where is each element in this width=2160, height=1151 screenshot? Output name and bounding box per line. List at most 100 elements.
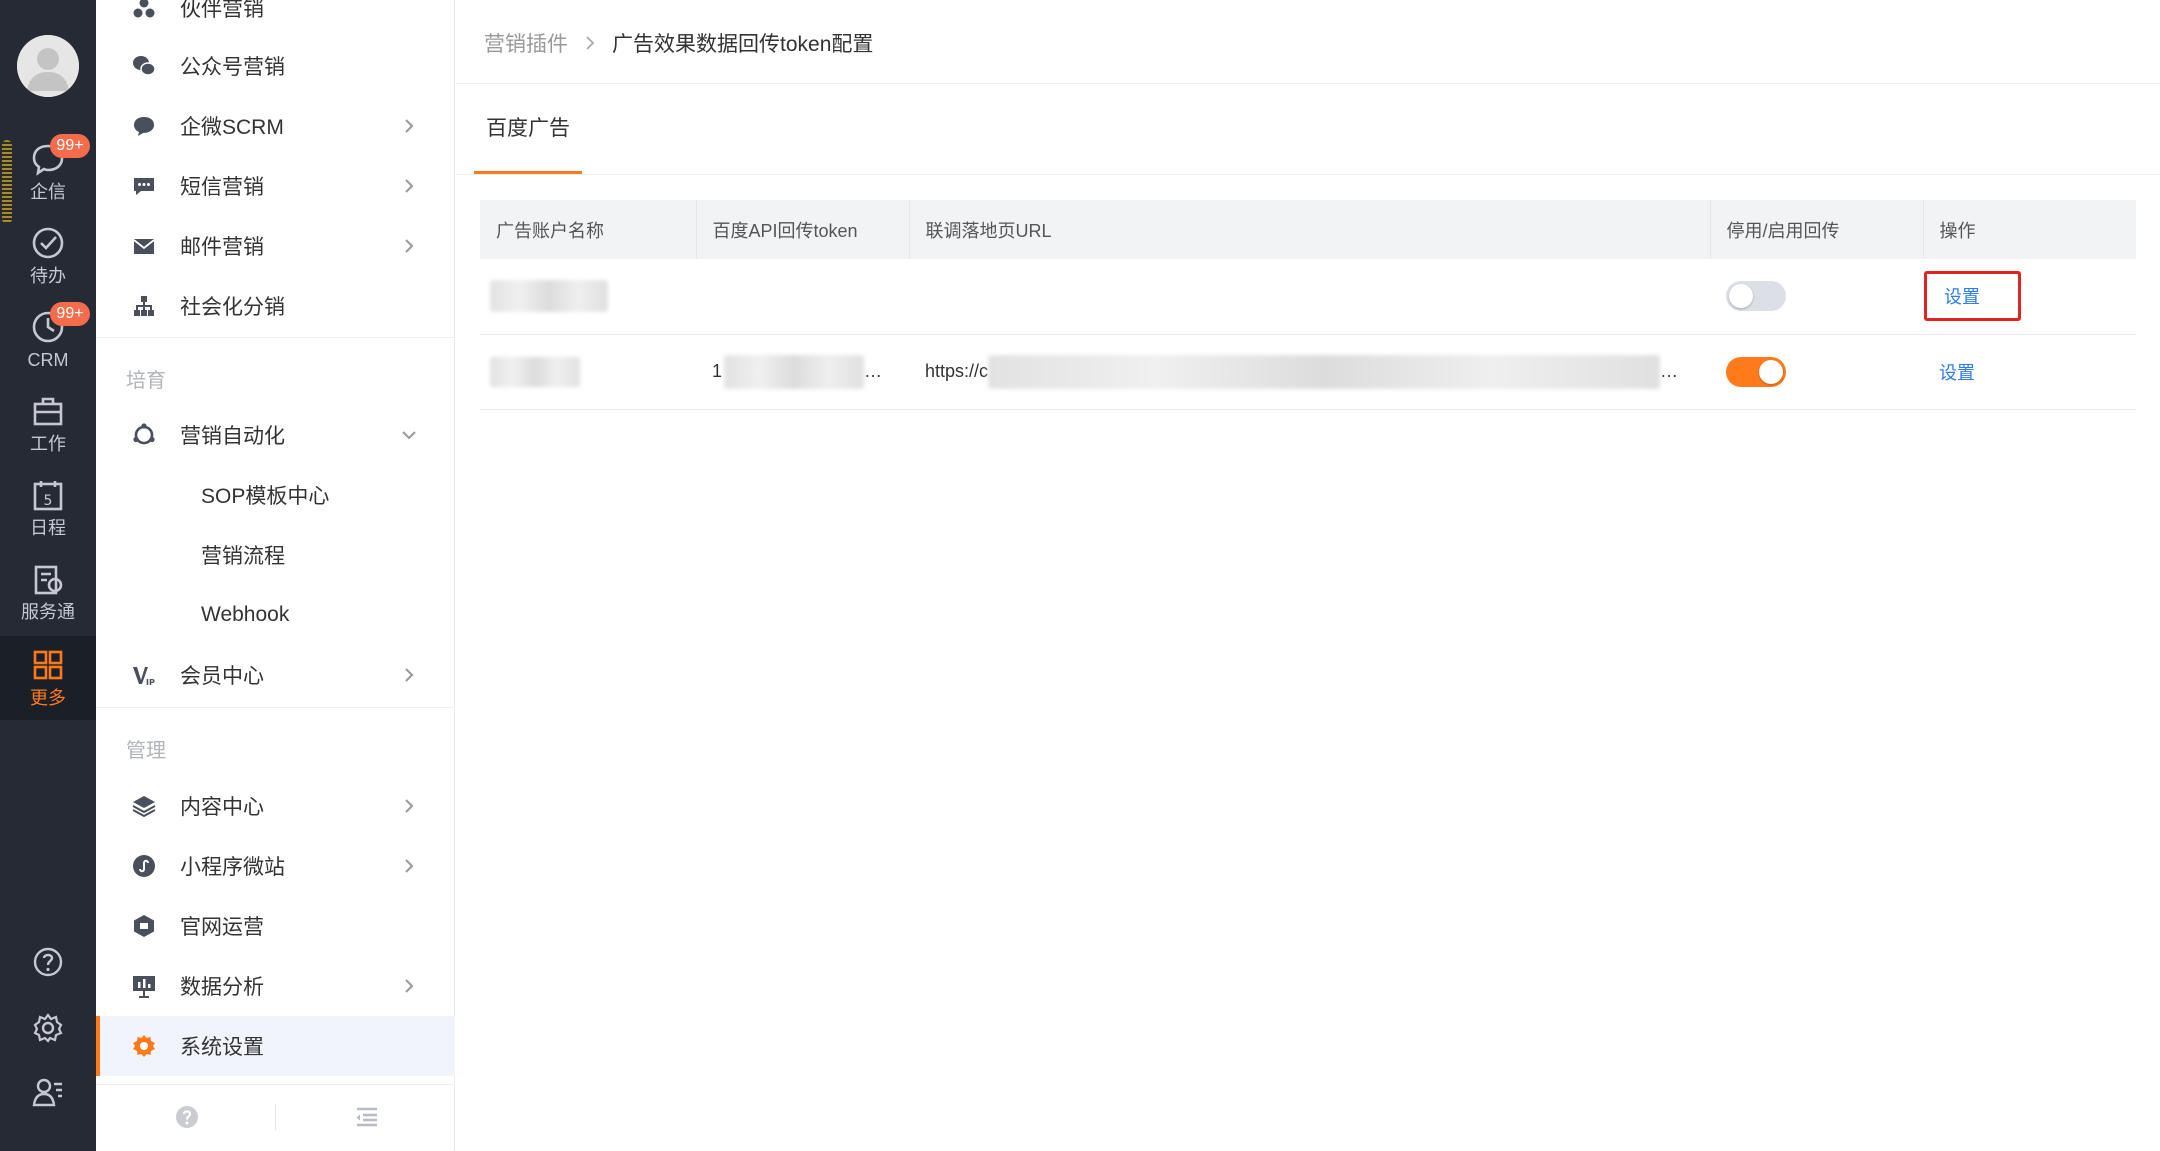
menu-label: 公众号营销 <box>180 56 285 79</box>
mail-icon <box>130 232 158 260</box>
menu-item-member-center[interactable]: IP 会员中心 <box>96 645 455 705</box>
menu-item-data-analysis[interactable]: 数据分析 <box>96 956 455 1016</box>
global-nav-rail: 99+ 企信 待办 99+ CRM 工作 5 日程 服务通 更多 <box>0 0 96 1151</box>
rail-label: 工作 <box>30 434 66 454</box>
rail-item-work[interactable]: 工作 <box>0 392 96 476</box>
footer-separator <box>275 1104 276 1130</box>
secondary-menu: 伙伴营销 公众号营销 企微SCRM 短信营销 邮件营销 社会化分销 培育 营销自… <box>96 0 455 1151</box>
header-divider <box>456 83 2160 84</box>
menu-item-email-marketing[interactable]: 邮件营销 <box>96 216 455 276</box>
main-content: 营销插件 广告效果数据回传token配置 百度广告 广告账户名称 百度API回传… <box>456 0 2160 1151</box>
token-prefix: 1 <box>712 360 723 381</box>
menu-item-mini-program[interactable]: 小程序微站 <box>96 836 455 896</box>
question-circle-icon <box>33 947 63 977</box>
settings-link[interactable]: 设置 <box>1944 287 1980 307</box>
action-cell: 设置 <box>1923 334 2136 410</box>
menu-label: 官网运营 <box>180 916 264 939</box>
table-row: 1… https://c… 设置 <box>480 334 2136 410</box>
rail-label: 企信 <box>30 182 66 202</box>
rail-item-schedule[interactable]: 5 日程 <box>0 476 96 560</box>
breadcrumb: 营销插件 广告效果数据回传token配置 <box>484 28 873 58</box>
gear-icon <box>33 1013 63 1043</box>
menu-label: 短信营销 <box>180 176 264 199</box>
profile-button[interactable] <box>0 1075 96 1109</box>
gear-icon <box>130 1032 158 1060</box>
svg-text:IP: IP <box>146 678 155 687</box>
help-button[interactable] <box>0 945 96 979</box>
menu-item-partner-marketing[interactable]: 伙伴营销 <box>96 0 455 38</box>
tab-baidu-ads[interactable]: 百度广告 <box>474 90 582 174</box>
menu-label: 营销流程 <box>201 545 285 568</box>
highlight-box: 设置 <box>1924 271 2021 322</box>
svg-text:5: 5 <box>44 493 53 509</box>
user-list-icon <box>32 1078 62 1107</box>
presentation-chart-icon <box>130 972 158 1000</box>
menu-item-sop-templates[interactable]: SOP模板中心 <box>96 465 455 525</box>
mini-program-icon <box>130 852 158 880</box>
rail-item-messages[interactable]: 99+ 企信 <box>0 134 96 224</box>
chevron-right-icon <box>405 119 414 133</box>
toggle-knob <box>1729 284 1753 309</box>
settings-button[interactable] <box>0 1011 96 1045</box>
menu-item-scrm[interactable]: 企微SCRM <box>96 96 455 156</box>
menu-label: 营销自动化 <box>180 425 285 448</box>
menu-divider <box>96 707 455 708</box>
org-tree-icon <box>130 292 158 320</box>
menu-label: 社会化分销 <box>180 296 285 319</box>
collapse-menu-icon[interactable] <box>352 1102 382 1132</box>
menu-label: 系统设置 <box>180 1036 264 1059</box>
menu-group-manage: 管理 <box>126 740 166 762</box>
menu-item-webhook[interactable]: Webhook <box>96 585 455 645</box>
menu-label: 内容中心 <box>180 796 264 819</box>
table-header-row: 广告账户名称 百度API回传token 联调落地页URL 停用/启用回传 操作 <box>480 200 2136 259</box>
redacted-account-name <box>490 356 580 387</box>
redacted-token <box>724 354 865 389</box>
column-header: 百度API回传token <box>696 200 910 259</box>
chevron-right-icon <box>405 179 414 193</box>
toggle-cell <box>1710 259 1923 335</box>
column-header: 停用/启用回传 <box>1710 200 1924 259</box>
tabs-divider <box>456 174 2160 175</box>
breadcrumb-parent[interactable]: 营销插件 <box>484 28 568 58</box>
rail-label: 日程 <box>30 518 66 538</box>
chevron-right-icon <box>405 239 414 253</box>
rail-item-todo[interactable]: 待办 <box>0 224 96 308</box>
chevron-right-icon <box>405 799 414 813</box>
chat-cloud-icon <box>130 112 158 140</box>
menu-item-marketing-automation[interactable]: 营销自动化 <box>96 405 455 465</box>
rail-label: 服务通 <box>21 602 75 622</box>
service-clipboard-icon <box>34 565 63 595</box>
sms-icon <box>130 172 158 200</box>
rail-item-crm[interactable]: 99+ CRM <box>0 302 96 392</box>
settings-link[interactable]: 设置 <box>1939 363 1975 383</box>
menu-item-website-ops[interactable]: 官网运营 <box>96 896 455 956</box>
enable-callback-toggle[interactable] <box>1726 281 1786 312</box>
chevron-down-icon <box>402 431 416 440</box>
enable-callback-toggle[interactable] <box>1726 356 1786 387</box>
menu-item-social-distribution[interactable]: 社会化分销 <box>96 276 455 336</box>
menu-item-content-center[interactable]: 内容中心 <box>96 776 455 836</box>
vip-icon: IP <box>130 661 158 689</box>
layers-icon <box>130 792 158 820</box>
menu-item-sms-marketing[interactable]: 短信营销 <box>96 156 455 216</box>
url-cell <box>909 259 1710 335</box>
menu-item-system-settings[interactable]: 系统设置 <box>96 1016 455 1076</box>
user-avatar[interactable] <box>17 35 79 97</box>
rail-item-more[interactable]: 更多 <box>0 636 96 720</box>
rail-item-service[interactable]: 服务通 <box>0 560 96 644</box>
menu-item-wechat-marketing[interactable]: 公众号营销 <box>96 36 455 96</box>
help-circle-icon[interactable] <box>172 1102 202 1132</box>
chevron-right-icon <box>405 859 414 873</box>
wechat-icon <box>130 52 158 80</box>
chevron-right-icon <box>405 979 414 993</box>
menu-label: 伙伴营销 <box>180 0 264 21</box>
menu-label: 邮件营销 <box>180 236 264 259</box>
url-ellipsis: … <box>1660 360 1679 381</box>
token-cell <box>696 259 909 335</box>
automation-icon <box>130 421 158 449</box>
user-silhouette-icon <box>17 35 79 97</box>
toggle-cell <box>1710 334 1923 410</box>
menu-item-marketing-flow[interactable]: 营销流程 <box>96 525 455 585</box>
chevron-right-icon <box>405 668 414 682</box>
url-prefix: https://c <box>925 360 989 381</box>
